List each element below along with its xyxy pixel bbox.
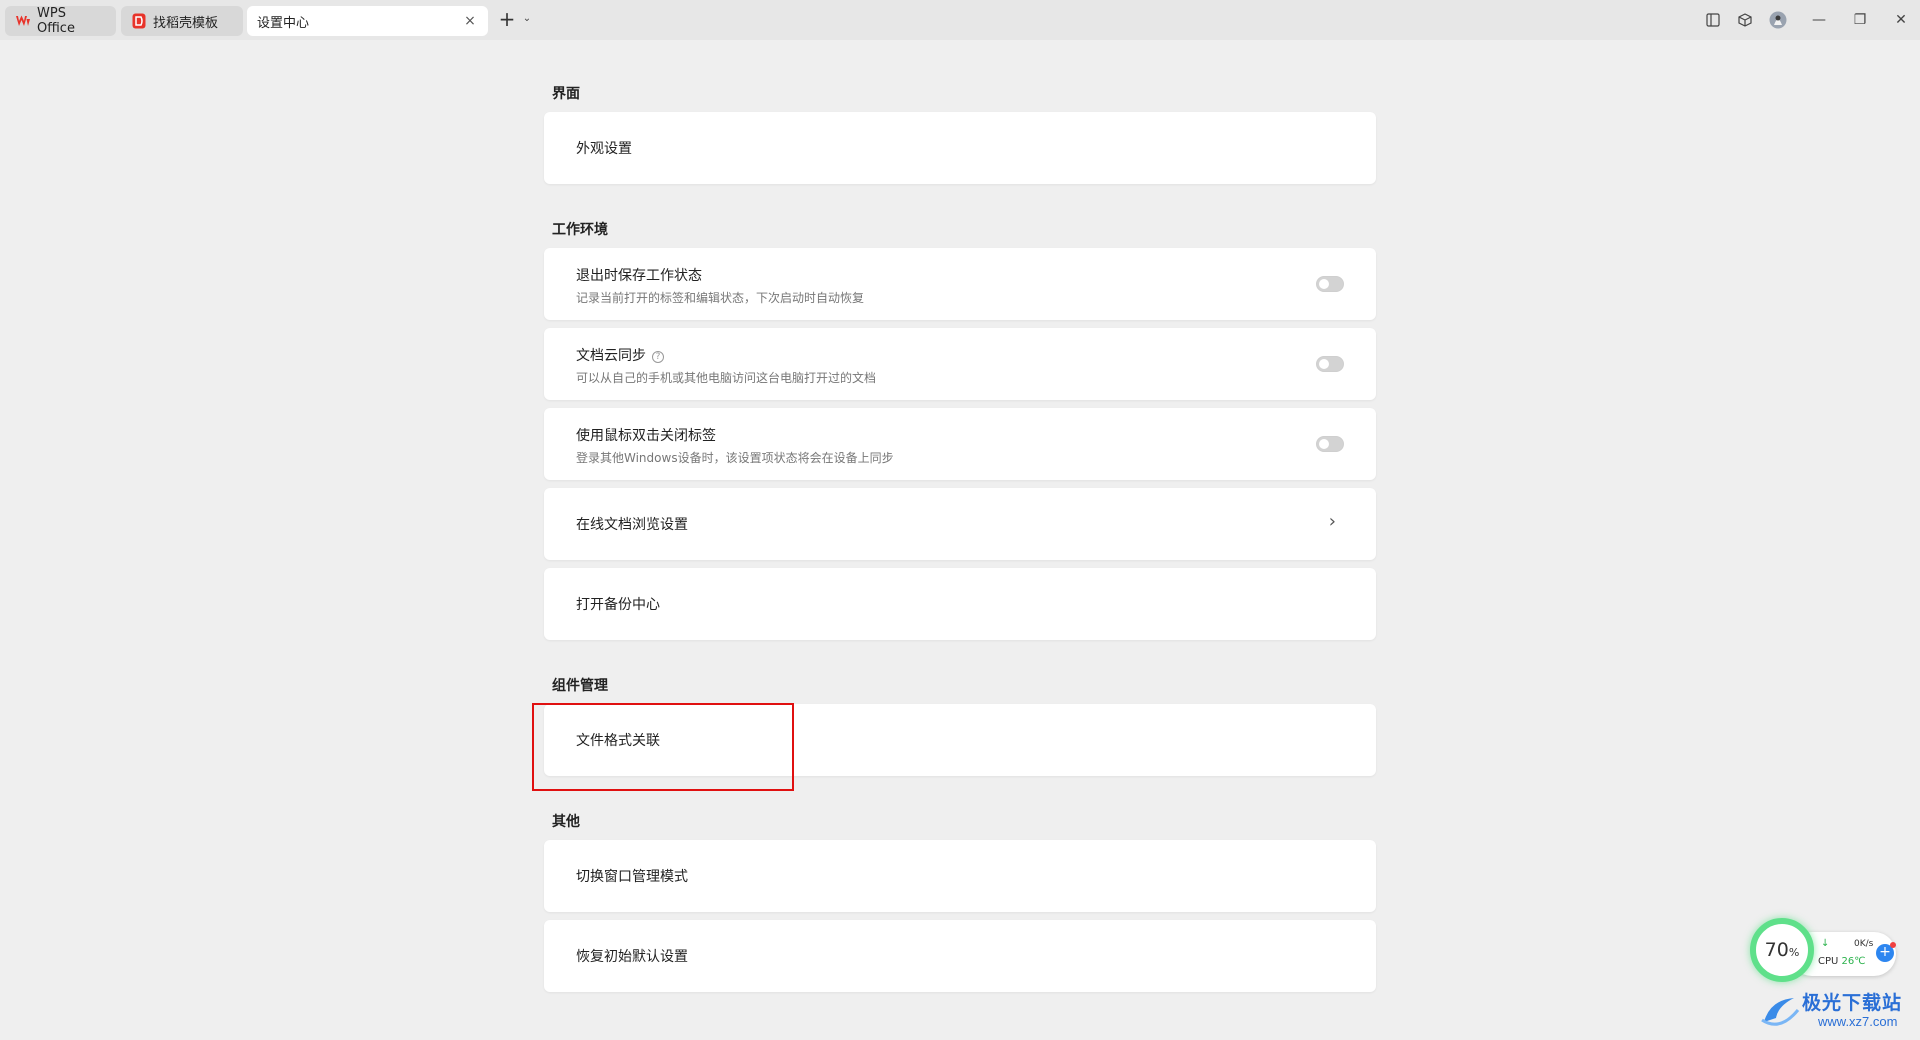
chevron-down-icon[interactable]: ⌄ — [519, 11, 535, 27]
cloud-sync-toggle[interactable] — [1316, 356, 1344, 372]
save-work-state-item: 退出时保存工作状态 记录当前打开的标签和编辑状态，下次启动时自动恢复 — [544, 248, 1376, 320]
close-window-icon[interactable]: ✕ — [1891, 10, 1911, 30]
cube-icon[interactable] — [1735, 10, 1755, 30]
item-title: 打开备份中心 — [576, 597, 660, 613]
boost-button[interactable]: + — [1876, 942, 1896, 962]
open-backup-center-item[interactable]: 打开备份中心 — [544, 568, 1376, 640]
item-description: 可以从自己的手机或其他电脑访问这台电脑打开过的文档 — [576, 371, 877, 385]
tab-label: 找稻壳模板 — [153, 15, 219, 31]
title-bar: WPS Office 找稻壳模板 设置中心 × + ⌄ — ❐ ✕ — [0, 0, 1920, 40]
docer-logo-icon — [131, 13, 147, 29]
section-title-interface: 界面 — [552, 86, 580, 102]
section-title-workspace: 工作环境 — [552, 222, 608, 238]
item-title: 切换窗口管理模式 — [576, 869, 688, 885]
tab-label: 设置中心 — [257, 15, 310, 31]
online-doc-browse-settings-item[interactable]: 在线文档浏览设置 › — [544, 488, 1376, 560]
tab-label: WPS Office — [37, 6, 75, 36]
item-title: 在线文档浏览设置 — [576, 517, 688, 533]
item-title: 外观设置 — [576, 141, 632, 157]
new-tab-icon[interactable]: + — [496, 9, 518, 31]
item-description: 记录当前打开的标签和编辑状态，下次启动时自动恢复 — [576, 291, 865, 305]
sidebar-layout-icon[interactable] — [1703, 10, 1723, 30]
highlight-annotation-box — [532, 703, 794, 791]
item-title: 文档云同步? — [576, 345, 664, 365]
restore-icon[interactable]: ❐ — [1850, 10, 1870, 30]
cpu-temp: CPU 26℃ — [1818, 956, 1866, 967]
net-speed: 0K/s — [1854, 939, 1874, 949]
minimize-icon[interactable]: — — [1809, 10, 1829, 30]
wps-logo-icon — [15, 13, 31, 29]
double-click-close-tab-toggle[interactable] — [1316, 436, 1344, 452]
restore-defaults-item[interactable]: 恢复初始默认设置 — [544, 920, 1376, 992]
avatar[interactable] — [1768, 10, 1788, 30]
watermark-logo-icon — [1760, 992, 1800, 1034]
help-icon[interactable]: ? — [652, 351, 664, 363]
tab-docer-templates[interactable]: 找稻壳模板 — [121, 6, 243, 36]
double-click-close-tab-item: 使用鼠标双击关闭标签 登录其他Windows设备时，该设置项状态将会在设备上同步 — [544, 408, 1376, 480]
appearance-settings-item[interactable]: 外观设置 — [544, 112, 1376, 184]
memory-percent: 70% — [1764, 939, 1800, 961]
tab-settings-center[interactable]: 设置中心 × — [247, 6, 488, 36]
site-watermark: 极光下载站 www.xz7.com — [1760, 988, 1915, 1034]
watermark-text: 极光下载站 — [1802, 992, 1903, 1014]
item-title: 使用鼠标双击关闭标签 — [576, 428, 716, 444]
section-title-components: 组件管理 — [552, 678, 608, 694]
close-tab-icon[interactable]: × — [462, 13, 478, 29]
item-title: 退出时保存工作状态 — [576, 268, 702, 284]
item-title: 恢复初始默认设置 — [576, 949, 688, 965]
cloud-sync-item: 文档云同步? 可以从自己的手机或其他电脑访问这台电脑打开过的文档 — [544, 328, 1376, 400]
section-title-other: 其他 — [552, 814, 580, 830]
download-arrow-icon: ↓ — [1821, 938, 1830, 949]
memory-usage-ring: 70% — [1750, 918, 1814, 982]
switch-window-mode-item[interactable]: 切换窗口管理模式 — [544, 840, 1376, 912]
item-description: 登录其他Windows设备时，该设置项状态将会在设备上同步 — [576, 451, 894, 465]
save-work-state-toggle[interactable] — [1316, 276, 1344, 292]
tab-wps-office[interactable]: WPS Office — [5, 6, 116, 36]
chevron-right-icon: › — [1328, 511, 1336, 532]
watermark-url: www.xz7.com — [1818, 1014, 1898, 1029]
system-monitor-widget[interactable]: 70% ↓ 0K/s CPU 26℃ + — [1750, 918, 1900, 990]
